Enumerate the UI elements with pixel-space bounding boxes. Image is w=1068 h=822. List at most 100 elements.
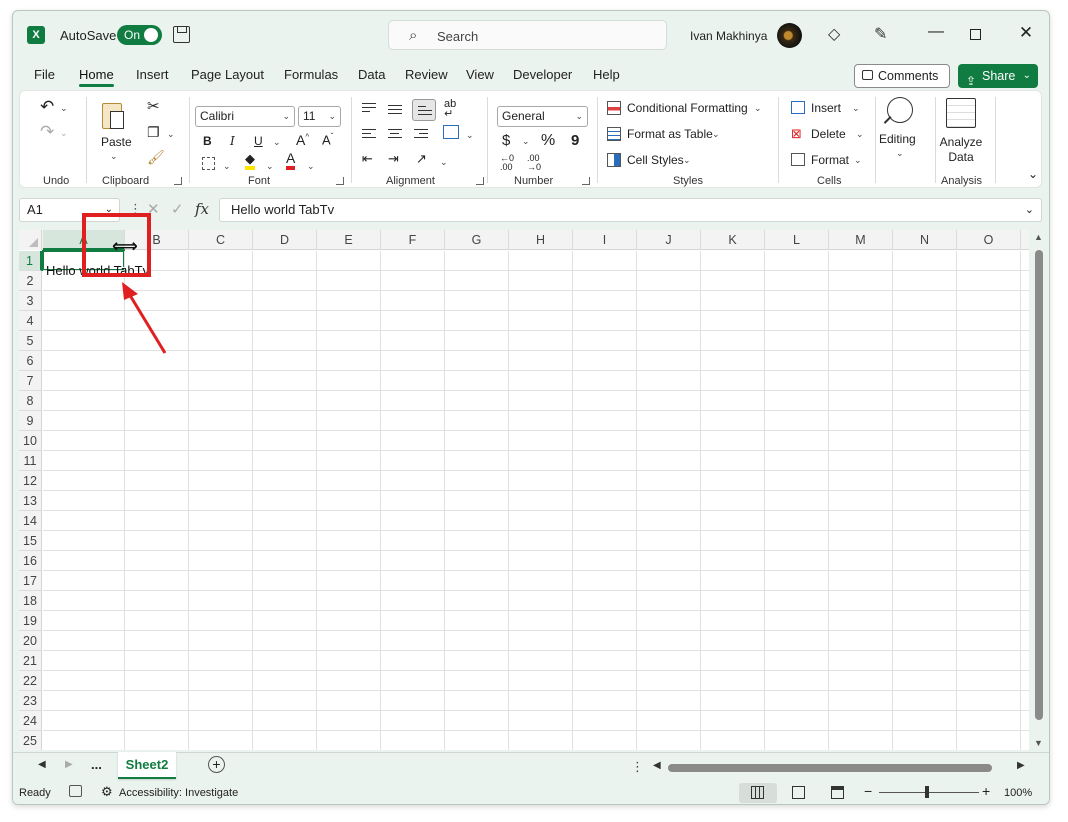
font-color-dropdown-icon[interactable]: ⌄ (307, 161, 315, 172)
column-header-h[interactable]: H (509, 230, 573, 250)
scroll-down-icon[interactable]: ▼ (1034, 738, 1043, 748)
redo-icon[interactable]: ↷ (40, 122, 54, 142)
chevron-down-icon[interactable]: ⌄ (856, 129, 864, 140)
tab-help[interactable]: Help (593, 67, 620, 82)
zoom-in-button[interactable]: + (982, 783, 990, 799)
copy-icon[interactable]: ❐ (147, 124, 160, 141)
normal-view-button[interactable] (739, 783, 777, 803)
insert-function-icon[interactable]: fx (195, 200, 209, 218)
undo-icon[interactable]: ↶ (40, 97, 54, 117)
font-size-select[interactable]: 11 ⌄ (298, 106, 341, 127)
row-header-12[interactable]: 12 (19, 471, 42, 491)
scroll-right-icon[interactable]: ▶ (1017, 760, 1025, 771)
accessibility-status[interactable]: Accessibility: Investigate (119, 787, 238, 799)
chevron-down-icon[interactable]: ⌄ (852, 103, 860, 114)
borders-icon[interactable] (202, 157, 215, 170)
row-header-17[interactable]: 17 (19, 571, 42, 591)
merge-dropdown-icon[interactable]: ⌄ (466, 130, 474, 141)
scroll-up-icon[interactable]: ▲ (1034, 232, 1043, 242)
alignment-launcher-icon[interactable] (476, 177, 484, 185)
autosave-toggle[interactable]: On (117, 25, 162, 45)
zoom-slider-thumb[interactable] (925, 786, 929, 798)
prev-sheet-icon[interactable]: ◀ (38, 759, 46, 770)
select-all-corner[interactable] (19, 230, 42, 250)
orientation-dropdown-icon[interactable]: ⌄ (440, 157, 448, 168)
tab-developer[interactable]: Developer (513, 67, 572, 82)
row-header-20[interactable]: 20 (19, 631, 42, 651)
italic-button[interactable]: I (230, 134, 235, 148)
chevron-down-icon[interactable]: ⌄ (1023, 64, 1031, 88)
more-sheets-button[interactable]: ... (91, 757, 102, 772)
comma-button[interactable]: 9 (571, 132, 579, 149)
tab-home[interactable]: Home (79, 67, 114, 87)
column-header-o[interactable]: O (957, 230, 1021, 250)
conditional-formatting-button[interactable]: Conditional Formatting (627, 101, 748, 115)
number-launcher-icon[interactable] (582, 177, 590, 185)
cell-area[interactable] (42, 250, 1029, 750)
underline-dropdown-icon[interactable]: ⌄ (273, 137, 281, 148)
increase-decimal-icon[interactable]: ←0.00 (500, 154, 514, 172)
align-center-icon[interactable] (388, 129, 402, 141)
clipboard-launcher-icon[interactable] (174, 177, 182, 185)
close-button[interactable]: ✕ (1016, 23, 1036, 43)
align-middle-icon[interactable] (388, 105, 402, 117)
row-header-18[interactable]: 18 (19, 591, 42, 611)
tab-formulas[interactable]: Formulas (284, 67, 338, 82)
page-layout-view-icon[interactable] (792, 786, 805, 799)
currency-dropdown-icon[interactable]: ⌄ (522, 136, 530, 147)
paste-dropdown-icon[interactable]: ⌄ (110, 151, 118, 162)
wrap-text-icon[interactable]: ab ↵ (444, 99, 456, 120)
decrease-decimal-icon[interactable]: .00 →0 (527, 154, 541, 172)
analyze-data-button[interactable]: Analyze Data (937, 135, 985, 165)
row-header-5[interactable]: 5 (19, 331, 42, 351)
next-sheet-icon[interactable]: ▶ (65, 759, 73, 770)
enter-icon[interactable]: ✓ (171, 200, 184, 218)
merge-center-icon[interactable] (443, 125, 459, 139)
format-painter-icon[interactable]: 🖌 (147, 149, 165, 166)
tab-review[interactable]: Review (405, 67, 448, 82)
chevron-down-icon[interactable]: ⌄ (754, 103, 762, 114)
search-box[interactable]: ⌕ Search (388, 20, 667, 50)
percent-button[interactable]: % (541, 132, 555, 150)
tab-page-layout[interactable]: Page Layout (191, 67, 264, 82)
user-name[interactable]: Ivan Makhinya (690, 29, 767, 43)
paste-label[interactable]: Paste (101, 135, 132, 149)
row-header-23[interactable]: 23 (19, 691, 42, 711)
zoom-level[interactable]: 100% (1004, 787, 1032, 799)
tab-split-handle-icon[interactable]: ⋮ (631, 759, 644, 775)
column-header-l[interactable]: L (765, 230, 829, 250)
increase-font-icon[interactable]: A^ (296, 132, 309, 148)
row-header-1[interactable]: 1 (19, 251, 42, 271)
copy-dropdown-icon[interactable]: ⌄ (167, 129, 175, 140)
column-header-n[interactable]: N (893, 230, 957, 250)
cut-icon[interactable]: ✂ (147, 97, 160, 115)
zoom-out-button[interactable]: − (864, 783, 872, 799)
column-header-g[interactable]: G (445, 230, 509, 250)
row-header-6[interactable]: 6 (19, 351, 42, 371)
increase-indent-icon[interactable]: ⇥ (388, 151, 399, 167)
align-right-icon[interactable] (414, 129, 428, 141)
macro-recording-icon[interactable] (69, 785, 82, 797)
row-header-8[interactable]: 8 (19, 391, 42, 411)
undo-dropdown-icon[interactable]: ⌄ (60, 103, 68, 114)
row-header-24[interactable]: 24 (19, 711, 42, 731)
row-header-3[interactable]: 3 (19, 291, 42, 311)
add-sheet-icon[interactable]: + (208, 756, 225, 773)
minimize-button[interactable]: — (925, 23, 947, 41)
pen-icon[interactable]: ✎ (874, 24, 887, 44)
chevron-down-icon[interactable]: ⌄ (854, 155, 862, 166)
decrease-indent-icon[interactable]: ⇤ (362, 151, 373, 167)
bold-button[interactable]: B (203, 134, 212, 148)
horizontal-scroll-thumb[interactable] (668, 764, 992, 772)
column-header-k[interactable]: K (701, 230, 765, 250)
column-header-j[interactable]: J (637, 230, 701, 250)
underline-button[interactable]: U (254, 134, 263, 148)
maximize-button[interactable] (970, 29, 981, 40)
vertical-scrollbar[interactable]: ▲ ▼ (1032, 230, 1046, 750)
decrease-font-icon[interactable]: Aˇ (322, 132, 333, 147)
column-header-e[interactable]: E (317, 230, 381, 250)
align-bottom-button[interactable] (412, 99, 436, 121)
currency-button[interactable]: $ (502, 132, 510, 149)
column-header-f[interactable]: F (381, 230, 445, 250)
row-header-13[interactable]: 13 (19, 491, 42, 511)
